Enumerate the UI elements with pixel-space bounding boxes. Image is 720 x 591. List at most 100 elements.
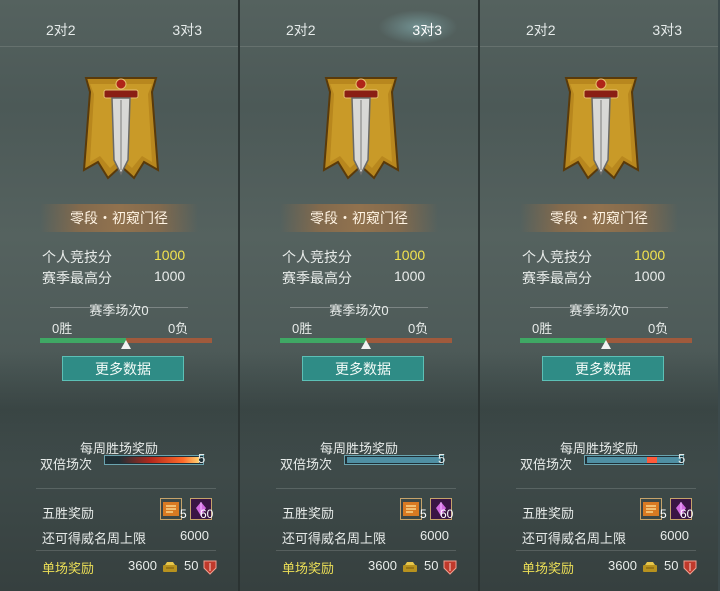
remaining-cap-value: 6000 — [660, 528, 689, 543]
pvp-rank-screens: 2对2 3对3 零段・初窥门径 个人竞技分 1000 赛季最高分 1000 赛季… — [0, 0, 720, 591]
personal-score-value: 1000 — [394, 247, 426, 263]
five-win-label: 五胜奖励 — [522, 506, 575, 521]
mode-tabs: 2对2 3对3 — [0, 0, 238, 47]
five-win-label: 五胜奖励 — [42, 506, 95, 521]
single-reward-label: 单场奖励 — [282, 561, 335, 576]
rank-title: 零段・初窥门径 — [280, 204, 438, 232]
single-gold-amount: 3600 — [128, 558, 157, 573]
shield-icon — [202, 559, 218, 575]
double-progress-spark — [647, 457, 657, 463]
more-data-button[interactable]: 更多数据 — [62, 356, 184, 381]
double-matches-count: 5 — [678, 451, 686, 466]
personal-score-label: 个人竞技分 — [282, 249, 352, 265]
personal-score-label: 个人竞技分 — [522, 249, 592, 265]
tab-3v3[interactable]: 3对3 — [412, 20, 442, 40]
gold-ingot-icon — [162, 560, 178, 574]
season-matches: 赛季场次0 — [89, 303, 149, 318]
double-progress-fill — [119, 457, 199, 463]
tab-2v2[interactable]: 2对2 — [526, 20, 556, 40]
rank-panel: 2对2 3对3 零段・初窥门径 个人竞技分 1000 赛季最高分 1000 赛季… — [480, 0, 718, 591]
divider — [36, 550, 216, 551]
tab-2v2[interactable]: 2对2 — [46, 20, 76, 40]
divider — [516, 488, 696, 489]
divider-ornament-right — [138, 307, 188, 308]
tab-3v3[interactable]: 3对3 — [172, 20, 202, 40]
personal-score-value: 1000 — [154, 247, 186, 263]
tab-2v2[interactable]: 2对2 — [286, 20, 316, 40]
single-honor-amount: 50 — [664, 558, 679, 573]
wins-count: 0胜 — [52, 321, 73, 336]
rank-title: 零段・初窥门径 — [40, 204, 198, 232]
mode-tabs: 2对2 3对3 — [240, 0, 478, 47]
double-progress-fill — [587, 457, 681, 463]
rank-panel: 2对2 3对3 零段・初窥门径 个人竞技分 1000 赛季最高分 1000 赛季… — [240, 0, 480, 591]
remaining-cap-label: 还可得威名周上限 — [282, 531, 387, 546]
season-best-value: 1000 — [394, 268, 426, 284]
sword-banner-icon — [316, 70, 406, 185]
mode-tabs: 2对2 3对3 — [480, 0, 718, 47]
double-matches-label: 双倍场次 — [520, 457, 573, 472]
single-reward-label: 单场奖励 — [522, 561, 575, 576]
tab-3v3[interactable]: 3对3 — [652, 20, 682, 40]
double-matches-bar — [584, 455, 684, 465]
double-matches-label: 双倍场次 — [280, 457, 333, 472]
more-data-button[interactable]: 更多数据 — [542, 356, 664, 381]
gold-ingot-icon — [642, 560, 658, 574]
single-reward-label: 单场奖励 — [42, 561, 95, 576]
double-matches-count: 5 — [438, 451, 446, 466]
personal-score-value: 1000 — [634, 247, 666, 263]
season-best-label: 赛季最高分 — [282, 270, 352, 286]
shield-icon — [442, 559, 458, 575]
gem-count: 60 — [440, 507, 454, 521]
scroll-count: 5 — [660, 507, 667, 521]
scroll-icon[interactable] — [400, 498, 422, 520]
losses-count: 0负 — [168, 321, 189, 336]
win-bar-fill — [520, 338, 606, 343]
season-best-value: 1000 — [154, 268, 186, 284]
wins-count: 0胜 — [292, 321, 313, 336]
season-matches: 赛季场次0 — [569, 303, 629, 318]
divider — [36, 488, 216, 489]
win-loss-marker-icon — [121, 340, 131, 349]
single-honor-amount: 50 — [184, 558, 199, 573]
scroll-count: 5 — [420, 507, 427, 521]
remaining-cap-label: 还可得威名周上限 — [42, 531, 147, 546]
gem-count: 60 — [680, 507, 694, 521]
double-matches-bar — [104, 455, 204, 465]
more-data-button[interactable]: 更多数据 — [302, 356, 424, 381]
single-gold-amount: 3600 — [608, 558, 637, 573]
scroll-count: 5 — [180, 507, 187, 521]
five-win-label: 五胜奖励 — [282, 506, 335, 521]
divider — [516, 550, 696, 551]
divider — [276, 550, 456, 551]
season-best-label: 赛季最高分 — [42, 270, 112, 286]
season-matches: 赛季场次0 — [329, 303, 389, 318]
double-matches-bar — [344, 455, 444, 465]
single-honor-amount: 50 — [424, 558, 439, 573]
sword-banner-icon — [76, 70, 166, 185]
rank-panel: 2对2 3对3 零段・初窥门径 个人竞技分 1000 赛季最高分 1000 赛季… — [0, 0, 240, 591]
divider — [276, 488, 456, 489]
losses-count: 0负 — [648, 321, 669, 336]
single-gold-amount: 3600 — [368, 558, 397, 573]
scroll-icon[interactable] — [640, 498, 662, 520]
divider-ornament-right — [618, 307, 668, 308]
season-best-value: 1000 — [634, 268, 666, 284]
double-matches-count: 5 — [198, 451, 206, 466]
remaining-cap-value: 6000 — [420, 528, 449, 543]
losses-count: 0负 — [408, 321, 429, 336]
personal-score-label: 个人竞技分 — [42, 249, 112, 265]
scroll-icon[interactable] — [160, 498, 182, 520]
wins-count: 0胜 — [532, 321, 553, 336]
shield-icon — [682, 559, 698, 575]
win-bar-fill — [280, 338, 366, 343]
remaining-cap-label: 还可得威名周上限 — [522, 531, 627, 546]
season-best-label: 赛季最高分 — [522, 270, 592, 286]
divider-ornament-right — [378, 307, 428, 308]
double-matches-label: 双倍场次 — [40, 457, 93, 472]
remaining-cap-value: 6000 — [180, 528, 209, 543]
sword-banner-icon — [556, 70, 646, 185]
gold-ingot-icon — [402, 560, 418, 574]
gem-count: 60 — [200, 507, 214, 521]
win-bar-fill — [40, 338, 126, 343]
